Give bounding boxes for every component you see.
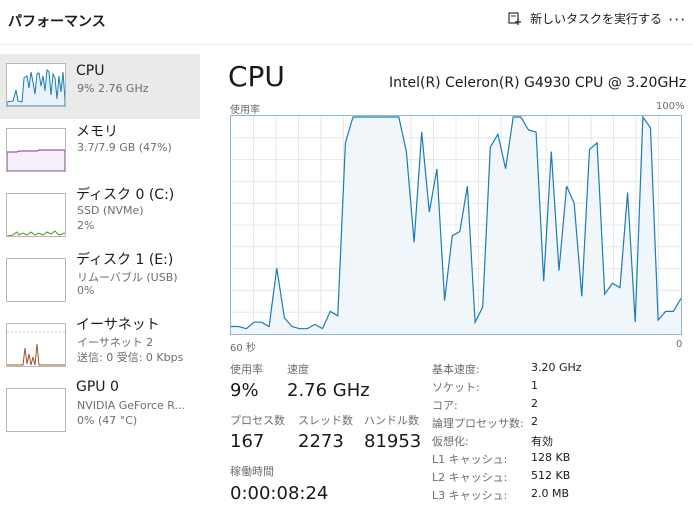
detail-label: L3 キャッシュ: [432,489,508,502]
sidebar-item-subtitle: 9% 2.76 GHz [77,82,149,95]
sidebar-item-cpu[interactable]: CPU 9% 2.76 GHz [0,54,200,119]
detail-label: ソケット: [432,381,480,394]
speed-value: 2.76 GHz [287,380,370,401]
detail-label: 仮想化: [432,435,469,448]
detail-value: 有効 [531,435,553,448]
threads-value: 2273 [298,431,344,452]
sidebar-item-ethernet[interactable]: イーサネット イーサネット 2 送信: 0 受信: 0 Kbps [0,314,200,379]
disk-0-thumbnail-graph [6,193,66,237]
y-axis-max-label: 100% [656,101,685,112]
sidebar-item-value: 送信: 0 受信: 0 Kbps [77,351,184,364]
cpu-thumbnail-graph [6,63,66,107]
new-task-button[interactable]: 新しいタスクを実行する [508,10,662,27]
detail-value: 2.0 MB [531,487,570,500]
sidebar-item-memory[interactable]: メモリ 3.7/7.9 GB (47%) [0,119,200,184]
detail-label: L2 キャッシュ: [432,471,508,484]
disk-1-thumbnail-graph [6,258,66,302]
detail-value: 1 [531,379,538,392]
memory-thumbnail-graph [6,128,66,172]
detail-value: 2 [531,397,538,410]
sidebar-item-title: メモリ [76,124,118,140]
processes-value: 167 [230,431,265,452]
uptime-label: 稼働時間 [230,465,274,478]
handles-value: 81953 [364,431,422,452]
sidebar: CPU 9% 2.76 GHz メモリ 3.7/7.9 GB (47%) ディス… [0,54,200,444]
cpu-usage-graph [230,115,682,335]
main-title: CPU [228,60,285,93]
detail-value: 512 KB [531,469,571,482]
gpu-0-thumbnail-graph [6,388,66,432]
detail-label: コア: [432,399,458,412]
sidebar-item-value: 2% [77,219,95,232]
detail-value: 2 [531,415,538,428]
uptime-value: 0:00:08:24 [230,483,329,504]
usage-value: 9% [230,380,259,401]
ethernet-thumbnail-graph [6,323,66,367]
sidebar-item-title: GPU 0 [76,379,119,395]
speed-label: 速度 [287,363,309,376]
sidebar-item-gpu-0[interactable]: GPU 0 NVIDIA GeForce R... 0% (47 °C) [0,379,200,444]
sidebar-item-subtitle: SSD (NVMe) [77,204,144,217]
processes-label: プロセス数 [230,414,285,427]
sidebar-item-title: ディスク 0 (C:) [76,187,175,203]
detail-value: 128 KB [531,451,571,464]
detail-label: L1 キャッシュ: [432,453,508,466]
x-axis-left-label: 60 秒 [230,343,256,354]
y-axis-label: 使用率 [230,105,260,116]
sidebar-item-title: CPU [76,63,105,79]
cpu-model-name: Intel(R) Celeron(R) G4930 CPU @ 3.20GHz [389,75,687,91]
page-header: パフォーマンス 新しいタスクを実行する ··· [0,0,693,45]
threads-label: スレッド数 [298,414,353,427]
x-axis-right-label: 0 [676,339,683,350]
sidebar-item-subtitle: NVIDIA GeForce R... [77,399,186,412]
sidebar-item-value: 0% [77,284,95,297]
sidebar-item-title: ディスク 1 (E:) [76,252,174,268]
sidebar-item-subtitle: 3.7/7.9 GB (47%) [77,141,172,154]
new-task-icon [508,11,521,25]
detail-value: 3.20 GHz [531,361,582,374]
sidebar-item-value: 0% (47 °C) [77,414,138,427]
sidebar-item-title: イーサネット [76,317,160,333]
page-title: パフォーマンス [8,14,106,30]
sidebar-item-disk-1[interactable]: ディスク 1 (E:) リムーバブル (USB) 0% [0,249,200,314]
more-options-icon[interactable]: ··· [668,10,686,29]
sidebar-item-subtitle: イーサネット 2 [77,336,154,349]
sidebar-item-disk-0[interactable]: ディスク 0 (C:) SSD (NVMe) 2% [0,184,200,249]
detail-label: 基本速度: [432,363,480,376]
cpu-usage-chart [231,116,681,334]
sidebar-item-subtitle: リムーバブル (USB) [77,271,178,284]
new-task-label: 新しいタスクを実行する [530,12,663,26]
handles-label: ハンドル数 [364,414,419,427]
detail-label: 論理プロセッサ数: [432,417,524,430]
usage-label: 使用率 [230,363,263,376]
